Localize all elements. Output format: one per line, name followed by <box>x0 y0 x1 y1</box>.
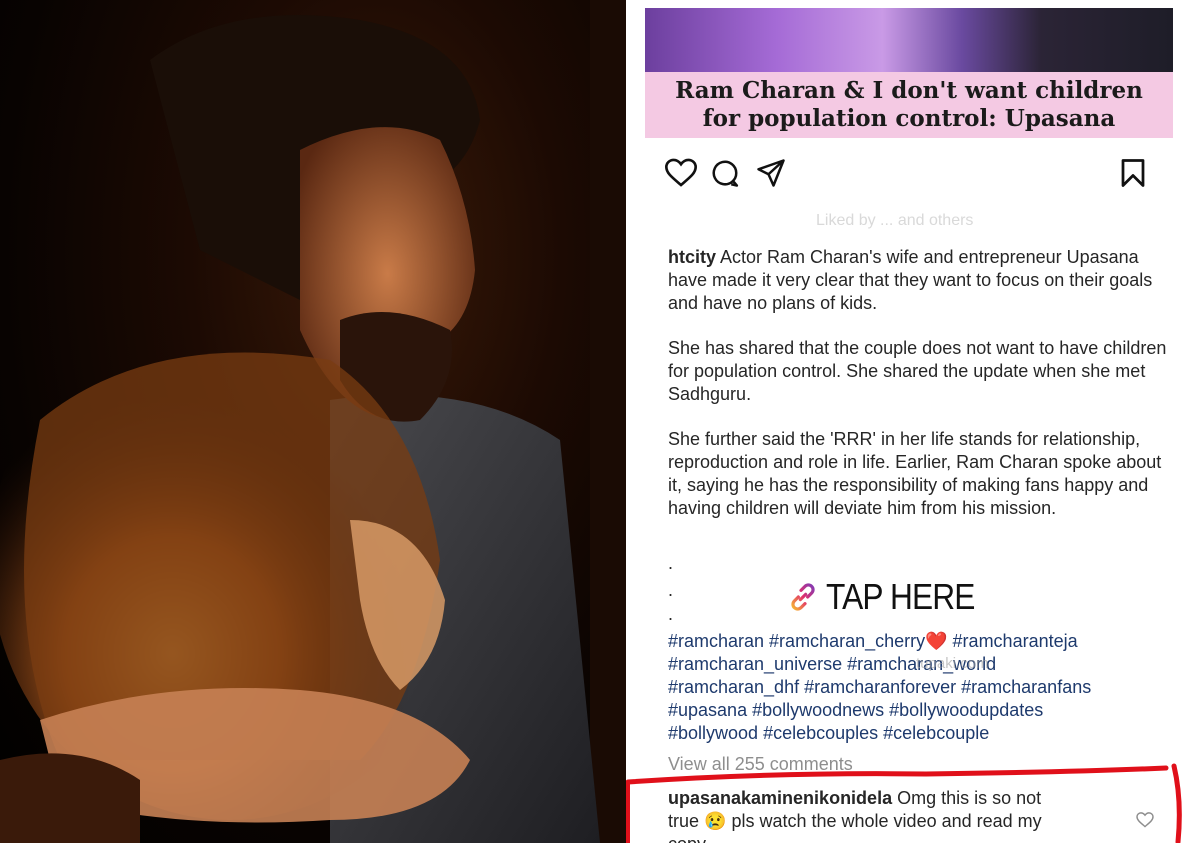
red-heart-emoji: ❤️ <box>925 631 948 651</box>
hashtag-group[interactable]: #upasana #bollywoodnews #bollywoodupdate… <box>668 699 1178 722</box>
share-icon <box>757 159 785 187</box>
caption-username[interactable]: htcity <box>668 247 716 267</box>
post-caption: htcity Actor Ram Charan's wife and entre… <box>668 246 1168 542</box>
likes-count[interactable]: Liked by ... and others <box>816 212 973 230</box>
caption-dot: . <box>668 553 674 573</box>
tap-here-text: TAP HERE <box>826 576 975 617</box>
caption-paragraph-2: She has shared that the couple does not … <box>668 338 1167 404</box>
highlighted-comment: upasanakaminenikonidela Omg this is so n… <box>668 787 1138 843</box>
heart-icon <box>665 158 697 187</box>
tap-here-link[interactable]: TAP HERE <box>786 576 995 618</box>
comment-button[interactable] <box>708 156 742 190</box>
hashtag-group[interactable]: #ramcharan #ramcharan_cherry <box>668 631 925 651</box>
bookmark-icon <box>1121 159 1145 187</box>
hashtag-group[interactable]: #ramcharan_dhf #ramcharanforever #ramcha… <box>668 676 1178 699</box>
instagram-post-panel: Ram Charan & I don't want children for p… <box>626 0 1188 843</box>
watermark: tupaki.com <box>916 655 989 672</box>
hashtag-group[interactable]: #bollywood #celebcouples #celebcouple <box>668 722 1178 745</box>
hashtags: #ramcharan #ramcharan_cherry❤️ #ramchara… <box>668 630 1178 745</box>
like-button[interactable] <box>664 156 698 190</box>
comment-like-button[interactable] <box>1136 812 1154 833</box>
comment-username[interactable]: upasanakaminenikonidela <box>668 788 892 808</box>
link-icon <box>791 583 815 611</box>
comment-text: true <box>668 811 700 831</box>
caption-paragraph-1: htcity Actor Ram Charan's wife and entre… <box>668 246 1168 315</box>
headline-line-2: for population control: Upasana <box>702 105 1116 132</box>
comment-text: Omg this is so not <box>892 788 1042 808</box>
heart-icon <box>1136 812 1154 828</box>
caption-dot: . <box>668 604 674 624</box>
hashtag-group[interactable]: #ramcharanteja <box>948 631 1078 651</box>
headline-line-1: Ram Charan & I don't want children <box>675 77 1143 104</box>
share-button[interactable] <box>754 156 788 190</box>
comment-text: copy <box>668 834 706 843</box>
comment-text: pls watch the whole video and read my <box>726 811 1042 831</box>
caption-text-1: Actor Ram Charan's wife and entrepreneur… <box>668 247 1153 313</box>
headline-banner: Ram Charan & I don't want children for p… <box>645 72 1173 138</box>
post-image[interactable] <box>645 8 1173 72</box>
couple-photo <box>0 0 626 843</box>
caption-dot: . <box>668 580 674 600</box>
screenshot: Ram Charan & I don't want children for p… <box>0 0 1188 843</box>
crying-emoji: 😢 <box>704 811 727 831</box>
couple-photo-art <box>0 0 626 843</box>
comment-icon <box>712 160 739 187</box>
save-button[interactable] <box>1116 156 1150 190</box>
caption-paragraph-3: She further said the 'RRR' in her life s… <box>668 429 1162 518</box>
action-bar <box>664 156 1154 190</box>
